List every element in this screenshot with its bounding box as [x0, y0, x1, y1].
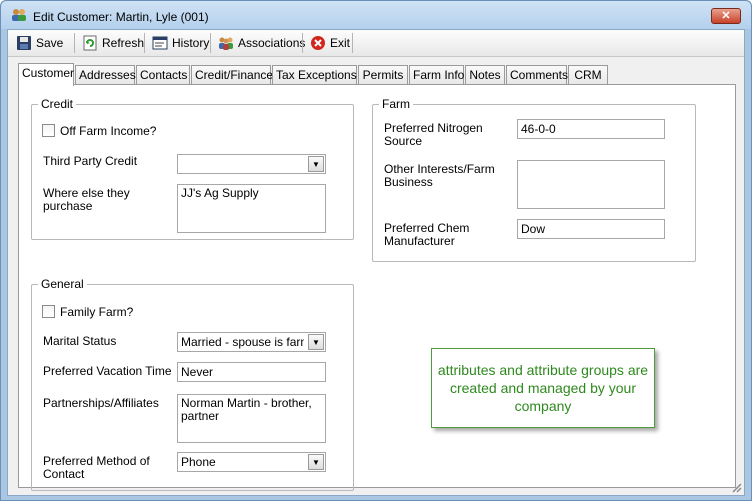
where-else-textarea[interactable]: JJ's Ag Supply	[177, 184, 326, 233]
tab-permits[interactable]: Permits	[358, 65, 408, 85]
partnerships-label: Partnerships/Affiliates	[43, 396, 159, 410]
other-interests-textarea[interactable]	[517, 160, 665, 209]
chem-manufacturer-label: Preferred Chem Manufacturer	[384, 221, 470, 248]
vacation-time-label: Preferred Vacation Time	[43, 364, 172, 378]
general-group: General Family Farm? Marital Status Marr…	[31, 277, 354, 491]
floppy-disk-icon	[17, 36, 31, 50]
exit-button[interactable]: Exit	[306, 32, 354, 54]
tab-contacts[interactable]: Contacts	[136, 65, 190, 85]
tab-notes[interactable]: Notes	[465, 65, 505, 85]
chevron-down-icon[interactable]: ▼	[308, 454, 324, 470]
window-title: Edit Customer: Martin, Lyle (001)	[33, 10, 209, 24]
farm-group: Farm Preferred Nitrogen Source 46-0-0 Ot…	[372, 97, 696, 262]
window-close-button[interactable]: ✕	[711, 8, 741, 24]
other-interests-label: Other Interests/Farm Business	[384, 162, 495, 189]
toolbar-separator	[352, 33, 353, 53]
tab-tax-exceptions[interactable]: Tax Exceptions	[272, 65, 357, 85]
third-party-credit-select[interactable]: ▼	[177, 154, 326, 174]
associations-icon	[219, 37, 233, 50]
marital-status-label: Marital Status	[43, 334, 117, 348]
exit-x-icon	[311, 36, 325, 50]
contact-method-select[interactable]: Phone ▼	[177, 452, 326, 472]
toolbar: Save Refresh History Associations Exit	[8, 30, 744, 57]
customer-tab-panel: Credit Off Farm Income? Third Party Cred…	[18, 84, 736, 491]
tab-comments[interactable]: Comments	[506, 65, 568, 85]
title-bar[interactable]: Edit Customer: Martin, Lyle (001) ✕	[1, 1, 751, 29]
partnerships-textarea[interactable]: Norman Martin - brother, partner	[177, 394, 326, 443]
history-icon	[152, 36, 168, 50]
refresh-button[interactable]: Refresh	[78, 32, 148, 54]
contact-method-label: Preferred Method of Contact	[43, 454, 150, 481]
vacation-time-input[interactable]: Never	[177, 362, 326, 382]
chevron-down-icon[interactable]: ▼	[308, 156, 324, 172]
toolbar-separator	[74, 33, 75, 53]
window-client-area: Save Refresh History Associations Exit C…	[7, 29, 745, 496]
toolbar-separator	[144, 33, 145, 53]
customers-icon	[12, 9, 26, 21]
history-label: History	[172, 36, 210, 50]
family-farm-checkbox[interactable]	[42, 305, 55, 318]
chem-manufacturer-input[interactable]: Dow	[517, 219, 665, 239]
off-farm-income-checkbox[interactable]	[42, 124, 55, 137]
edit-customer-window: Edit Customer: Martin, Lyle (001) ✕ Save	[0, 0, 752, 501]
contact-method-value: Phone	[181, 455, 216, 469]
save-label: Save	[36, 36, 64, 50]
refresh-icon	[83, 35, 97, 51]
attributes-callout-note: attributes and attribute groups are crea…	[431, 348, 655, 428]
resize-grip-icon[interactable]	[730, 481, 742, 493]
tab-credit-finance[interactable]: Credit/Finance	[191, 65, 273, 85]
third-party-credit-label: Third Party Credit	[43, 154, 138, 168]
marital-status-value: Married - spouse is farm partner	[181, 335, 304, 349]
history-button[interactable]: History	[148, 32, 213, 54]
farm-group-title: Farm	[379, 97, 413, 111]
nitrogen-source-label: Preferred Nitrogen Source	[384, 121, 483, 148]
general-group-title: General	[38, 277, 87, 291]
tab-crm[interactable]: CRM	[568, 65, 608, 85]
toolbar-separator	[210, 33, 211, 53]
exit-label: Exit	[330, 36, 351, 50]
associations-button[interactable]: Associations	[214, 32, 309, 54]
tab-addresses[interactable]: Addresses	[75, 65, 136, 85]
save-button[interactable]: Save	[12, 32, 67, 54]
tab-farm-info[interactable]: Farm Info	[409, 65, 464, 85]
associations-label: Associations	[238, 36, 306, 50]
nitrogen-source-input[interactable]: 46-0-0	[517, 119, 665, 139]
off-farm-income-label: Off Farm Income?	[60, 124, 157, 138]
where-else-label: Where else they purchase	[43, 186, 130, 213]
tab-customer[interactable]: Customer	[18, 63, 74, 86]
credit-group: Credit Off Farm Income? Third Party Cred…	[31, 97, 354, 240]
refresh-label: Refresh	[102, 36, 145, 50]
chevron-down-icon[interactable]: ▼	[308, 334, 324, 350]
credit-group-title: Credit	[38, 97, 77, 111]
family-farm-label: Family Farm?	[60, 305, 134, 319]
marital-status-select[interactable]: Married - spouse is farm partner ▼	[177, 332, 326, 352]
toolbar-separator	[302, 33, 303, 53]
